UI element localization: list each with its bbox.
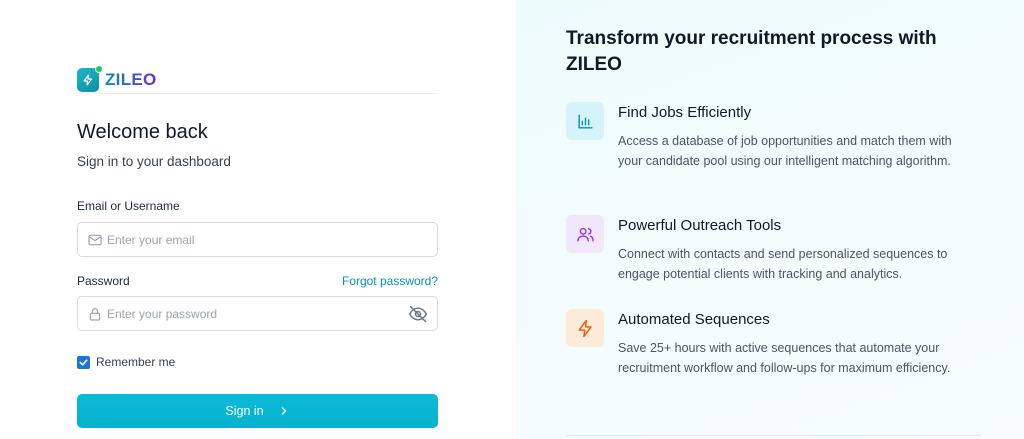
- bar-chart-icon: [566, 102, 604, 140]
- remember-me[interactable]: Remember me: [77, 355, 175, 369]
- email-input[interactable]: [78, 223, 437, 256]
- remember-label: Remember me: [96, 355, 176, 369]
- lightning-icon: [566, 309, 604, 347]
- email-label: Email or Username: [77, 199, 180, 213]
- sign-in-label: Sign in: [225, 404, 264, 418]
- page-subtitle: Sign in to your dashboard: [77, 154, 231, 169]
- remember-checkbox[interactable]: [77, 355, 90, 369]
- password-label: Password: [77, 274, 130, 288]
- logo-icon: [77, 65, 103, 92]
- feature-desc-sequences: Save 25+ hours with active sequences tha…: [618, 341, 951, 375]
- feature-title-sequences: Automated Sequences: [618, 311, 770, 328]
- page-title: Welcome back: [77, 121, 208, 143]
- divider: [77, 93, 438, 94]
- logo-dot: [95, 65, 103, 73]
- sign-in-button[interactable]: Sign in: [77, 394, 438, 428]
- feature-desc-find-jobs: Access a database of job opportunities a…: [618, 134, 952, 168]
- feature-title-outreach: Powerful Outreach Tools: [618, 217, 782, 234]
- forgot-password-link[interactable]: Forgot password?: [342, 274, 438, 288]
- lock-icon: [87, 306, 103, 322]
- divider: [566, 435, 981, 436]
- users-icon: [566, 215, 604, 253]
- login-panel: ZILEO Welcome back Sign in to your dashb…: [0, 0, 516, 439]
- promo-title: Transform your recruitment process with …: [566, 28, 937, 75]
- mail-icon: [87, 232, 103, 248]
- password-field-wrapper: [77, 296, 438, 331]
- feature-desc-outreach: Connect with contacts and send personali…: [618, 247, 948, 281]
- feature-title-find-jobs: Find Jobs Efficiently: [618, 104, 752, 121]
- chevron-right-icon: [278, 405, 290, 417]
- email-field-wrapper: [77, 222, 438, 257]
- brand-name: ZILEO: [105, 70, 157, 89]
- logo: ZILEO: [77, 65, 157, 92]
- password-input[interactable]: [78, 297, 437, 330]
- eye-off-icon[interactable]: [408, 304, 428, 324]
